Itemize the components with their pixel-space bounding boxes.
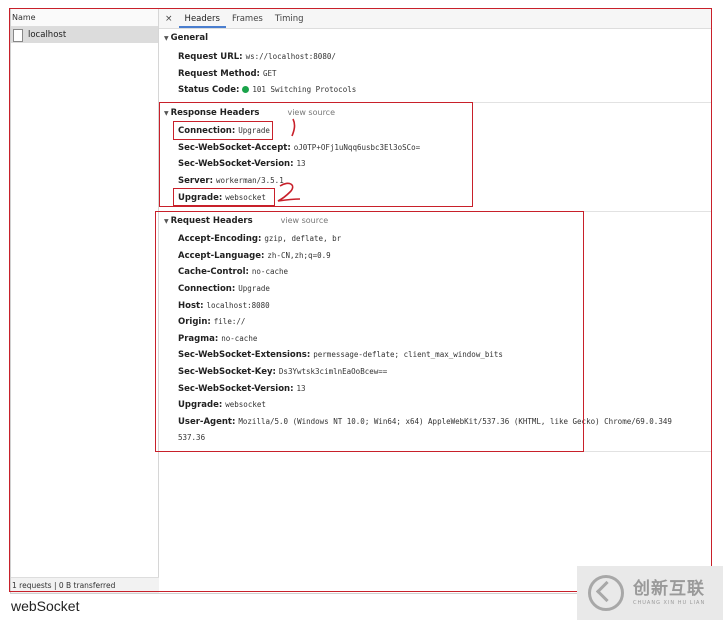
handwritten-mark-2 bbox=[277, 182, 301, 202]
brand-logo-icon bbox=[588, 575, 624, 611]
figure-caption: webSocket bbox=[11, 598, 80, 614]
watermark-logo: 创新互联 CHUANG XIN HU LIAN bbox=[577, 566, 723, 620]
watermark-text-en: CHUANG XIN HU LIAN bbox=[633, 599, 706, 606]
handwritten-mark-1 bbox=[291, 118, 296, 137]
watermark-text-cn: 创新互联 bbox=[633, 578, 705, 599]
annotation-handwriting bbox=[277, 118, 301, 202]
